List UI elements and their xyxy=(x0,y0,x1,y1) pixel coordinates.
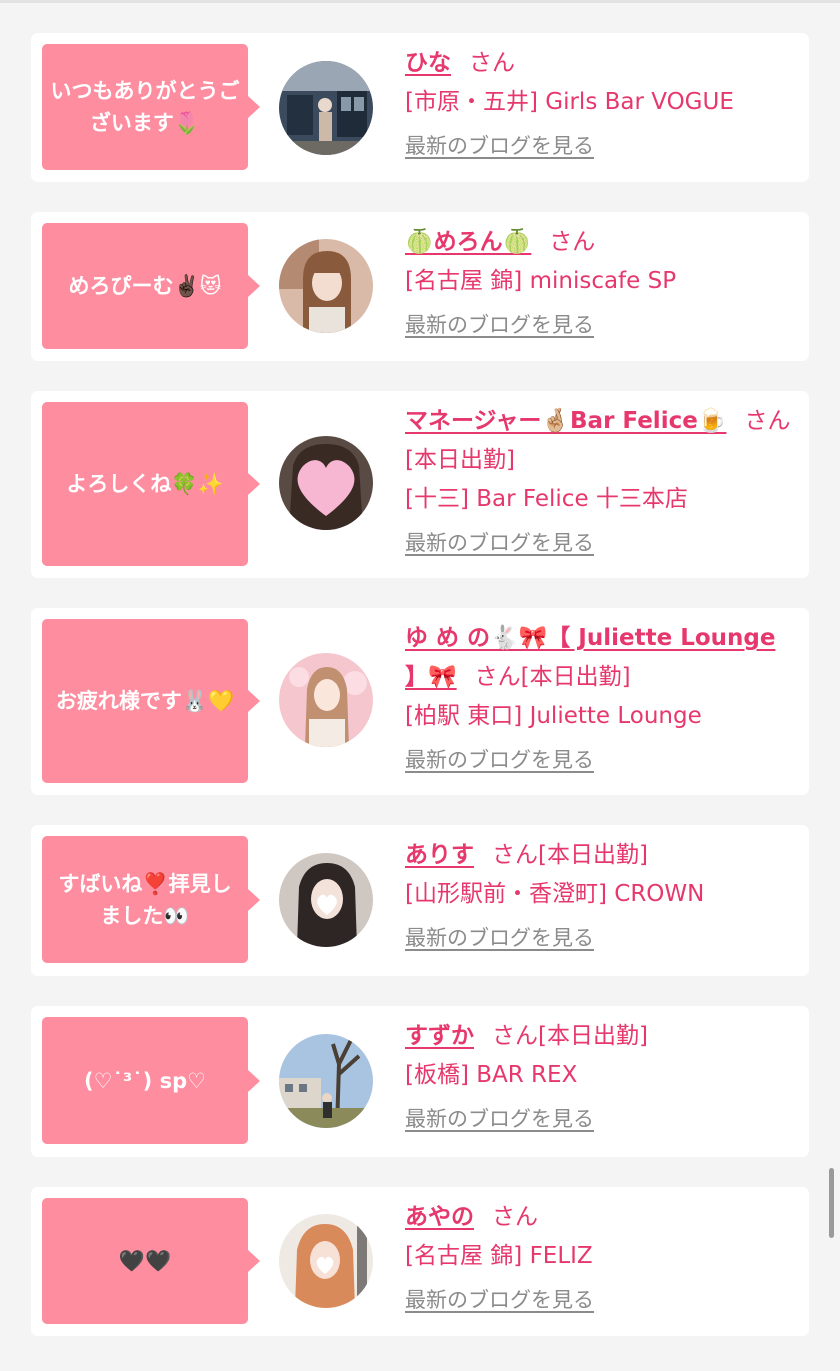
name-line: マネージャー🤞🏼Bar Felice🍺 さん [本日出勤] xyxy=(405,402,793,480)
shop-name: [市原・五井] Girls Bar VOGUE xyxy=(405,89,734,115)
latest-blog-link[interactable]: 最新のブログを見る xyxy=(405,131,594,161)
card-info: ゆ め の🐇🎀【 Juliette Lounge 】🎀 さん[本日出勤] [柏駅 … xyxy=(405,619,793,775)
card-info: マネージャー🤞🏼Bar Felice🍺 さん [本日出勤] [十三] Bar Fel… xyxy=(405,402,793,558)
comment-card: (♡˙³˙) sp♡ すずか さん[本日出勤] [板橋] BAR REX 最新のブ… xyxy=(31,1006,809,1157)
name-line: ゆ め の🐇🎀【 Juliette Lounge 】🎀 さん[本日出勤] xyxy=(405,619,793,697)
avatar[interactable] xyxy=(279,653,373,747)
message-bubble: 🖤🖤 xyxy=(42,1198,260,1324)
avatar-photo-icon xyxy=(279,1034,373,1128)
honorific: さん xyxy=(492,1023,538,1049)
comment-card: いつもありがとうございます🌷 ひな さん [市原・五井] Girls Bar VO… xyxy=(31,33,809,182)
card-info: あやの さん [名古屋 錦] FELIZ 最新のブログを見る xyxy=(405,1198,793,1315)
honorific: さん xyxy=(549,229,596,255)
cast-name-link[interactable]: すずか xyxy=(405,1023,474,1049)
avatar-photo-icon xyxy=(279,653,373,747)
comment-card: すばいね❣️拝見しました👀 ありす さん[本日出勤] [山形駅前・香澄町] CRO… xyxy=(31,825,809,976)
message-text: めろぴーむ✌🏿😻 xyxy=(68,274,222,298)
message-bubble: お疲れ様です🐰💛 xyxy=(42,619,260,783)
cast-name-link[interactable]: マネージャー🤞🏼Bar Felice🍺 xyxy=(405,408,726,434)
avatar[interactable] xyxy=(279,61,373,155)
honorific: さん xyxy=(492,1204,538,1230)
shop-name: [柏駅 東口] Juliette Lounge xyxy=(405,703,702,729)
honorific: さん xyxy=(474,664,521,690)
avatar[interactable] xyxy=(279,1034,373,1128)
avatar[interactable] xyxy=(279,436,373,530)
avatar-photo-icon xyxy=(279,853,373,947)
latest-blog-link[interactable]: 最新のブログを見る xyxy=(405,1104,594,1134)
message-text: お疲れ様です🐰💛 xyxy=(55,689,235,713)
card-info: 🍈めろん🍈 さん [名古屋 錦] miniscafe SP 最新のブログを見る xyxy=(405,223,793,340)
shop-name: [十三] Bar Felice 十三本店 xyxy=(405,486,688,512)
cast-name-link[interactable]: ひな xyxy=(405,50,451,76)
avatar[interactable] xyxy=(279,1214,373,1308)
honorific: さん xyxy=(492,842,538,868)
latest-blog-link[interactable]: 最新のブログを見る xyxy=(405,923,594,953)
latest-blog-link[interactable]: 最新のブログを見る xyxy=(405,1285,594,1315)
name-line: ひな さん xyxy=(405,44,793,83)
top-divider xyxy=(0,0,840,3)
message-bubble: いつもありがとうございます🌷 xyxy=(42,44,260,170)
card-info: ありす さん[本日出勤] [山形駅前・香澄町] CROWN 最新のブログを見る xyxy=(405,836,793,953)
avatar-heart-icon xyxy=(279,436,373,530)
latest-blog-link[interactable]: 最新のブログを見る xyxy=(405,528,594,558)
name-line: すずか さん[本日出勤] xyxy=(405,1017,793,1056)
shop-name: [名古屋 錦] FELIZ xyxy=(405,1243,593,1269)
avatar-photo-icon xyxy=(279,1214,373,1308)
avatar[interactable] xyxy=(279,239,373,333)
card-info: すずか さん[本日出勤] [板橋] BAR REX 最新のブログを見る xyxy=(405,1017,793,1134)
message-text: よろしくね🍀✨ xyxy=(66,472,224,496)
message-text: いつもありがとうございます🌷 xyxy=(50,79,240,135)
cast-name-link[interactable]: ありす xyxy=(405,842,474,868)
name-line: 🍈めろん🍈 さん xyxy=(405,223,793,262)
comment-list: いつもありがとうございます🌷 ひな さん [市原・五井] Girls Bar VO… xyxy=(31,33,809,1366)
message-bubble: すばいね❣️拝見しました👀 xyxy=(42,836,260,963)
message-bubble: (♡˙³˙) sp♡ xyxy=(42,1017,260,1144)
status-text: [本日出勤] xyxy=(538,842,648,868)
card-info: ひな さん [市原・五井] Girls Bar VOGUE 最新のブログを見る xyxy=(405,44,793,161)
message-text: (♡˙³˙) sp♡ xyxy=(84,1068,206,1093)
name-line: ありす さん[本日出勤] xyxy=(405,836,793,875)
latest-blog-link[interactable]: 最新のブログを見る xyxy=(405,310,594,340)
comment-card: お疲れ様です🐰💛 ゆ め の🐇🎀【 Juliette Lounge 】🎀 さん[本… xyxy=(31,608,809,795)
honorific: さん xyxy=(744,408,791,434)
comment-card: 🖤🖤 あやの さん [名古屋 錦] FELIZ 最新のブログを見る xyxy=(31,1187,809,1336)
shop-name: [名古屋 錦] miniscafe SP xyxy=(405,268,677,294)
avatar-photo-icon xyxy=(279,61,373,155)
message-text: 🖤🖤 xyxy=(118,1249,172,1273)
comment-card: よろしくね🍀✨ マネージャー🤞🏼Bar Felice🍺 さん [本日出勤] [十三]… xyxy=(31,391,809,578)
message-bubble: めろぴーむ✌🏿😻 xyxy=(42,223,260,349)
status-text: [本日出勤] xyxy=(520,664,631,690)
honorific: さん xyxy=(469,50,515,76)
avatar-photo-icon xyxy=(279,239,373,333)
status-text: [本日出勤] xyxy=(405,447,515,473)
message-bubble: よろしくね🍀✨ xyxy=(42,402,260,566)
cast-name-link[interactable]: あやの xyxy=(405,1204,474,1230)
message-text: すばいね❣️拝見しました👀 xyxy=(58,871,232,928)
avatar[interactable] xyxy=(279,853,373,947)
status-text: [本日出勤] xyxy=(538,1023,648,1049)
shop-name: [板橋] BAR REX xyxy=(405,1062,578,1088)
shop-name: [山形駅前・香澄町] CROWN xyxy=(405,881,705,907)
comment-card: めろぴーむ✌🏿😻 🍈めろん🍈 さん [名古屋 錦] miniscafe SP 最新… xyxy=(31,212,809,361)
latest-blog-link[interactable]: 最新のブログを見る xyxy=(405,745,594,775)
cast-name-link[interactable]: 🍈めろん🍈 xyxy=(405,229,531,255)
scrollbar-thumb[interactable] xyxy=(829,1168,834,1238)
name-line: あやの さん xyxy=(405,1198,793,1237)
